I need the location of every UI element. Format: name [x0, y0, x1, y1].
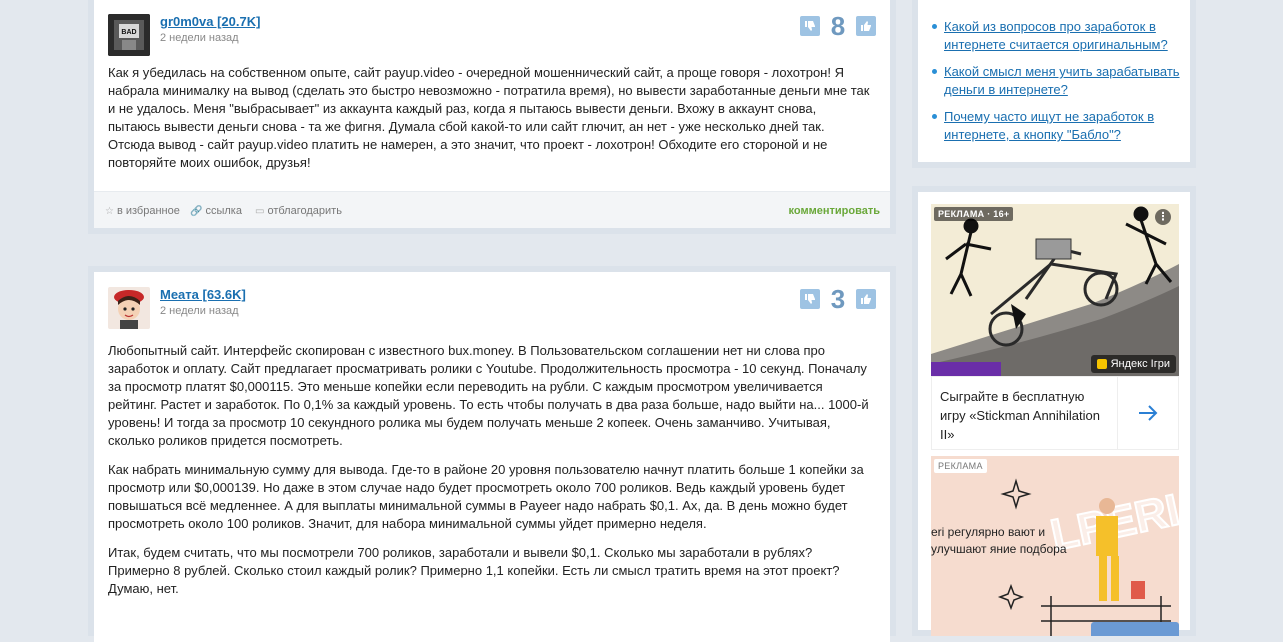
vote-widget: 3 — [800, 286, 876, 312]
answer-text: Как я убедилась на собственном опыте, са… — [108, 64, 872, 183]
paragraph: Как я убедилась на собственном опыте, са… — [108, 65, 870, 170]
ad-label: РЕКЛАМА · 16+ — [934, 207, 1014, 221]
avatar[interactable] — [108, 287, 150, 329]
answer-text: Любопытный сайт. Интерфейс скопирован с … — [108, 342, 872, 609]
thank-label: отблагодарить — [267, 205, 342, 217]
post-time: 2 недели назад — [160, 32, 239, 44]
ad-image[interactable]: РЕКЛАМА · 16+ ⋮ Яндекс Ігри — [931, 204, 1179, 376]
vote-count: 8 — [830, 11, 846, 41]
like-button[interactable] — [856, 289, 876, 309]
arrow-right-icon — [1139, 405, 1158, 421]
thumb-up-icon — [861, 294, 871, 304]
link-label: ссылка — [205, 205, 242, 217]
link-button[interactable]: 🔗 ссылка — [190, 205, 242, 217]
ad-title[interactable]: Сыграйте в бесплатную игру «Stickman Ann… — [940, 387, 1110, 444]
related-question-link[interactable]: Какой смысл меня учить зарабатывать день… — [944, 63, 1184, 99]
favorite-button[interactable]: ☆ в избранное — [105, 205, 180, 217]
more-options-icon[interactable]: ⋮ — [1155, 209, 1171, 225]
paragraph: Как набрать минимальную сумму для вывода… — [108, 462, 864, 531]
yandex-games-icon — [1096, 359, 1107, 369]
like-button[interactable] — [856, 16, 876, 36]
answer-actions: ☆ в избранное 🔗 ссылка ▭ отблагодарить к… — [94, 191, 890, 228]
bullet-icon — [932, 24, 937, 29]
game-illustration-icon — [931, 204, 1179, 376]
avatar[interactable]: BAD — [108, 14, 150, 56]
ad-banner[interactable]: LPERI РЕКЛАМА eri регулярно вают и улучш… — [931, 456, 1179, 636]
bullet-icon — [932, 69, 937, 74]
thank-icon: ▭ — [255, 205, 265, 217]
ad-source-badge — [1091, 622, 1179, 636]
post-time: 2 недели назад — [160, 305, 239, 317]
related-question-link[interactable]: Какой из вопросов про заработок в интерн… — [944, 18, 1184, 54]
paragraph: Итак, будем считать, что мы посмотрели 7… — [108, 545, 840, 596]
comment-button[interactable]: комментировать — [789, 205, 880, 217]
star-icon: ☆ — [105, 205, 114, 217]
thumb-down-icon — [805, 21, 815, 31]
thank-button[interactable]: ▭ отблагодарить — [255, 205, 342, 217]
dislike-button[interactable] — [800, 289, 820, 309]
ad-game[interactable]: РЕКЛАМА · 16+ ⋮ Яндекс Ігри Сыграйте в б… — [931, 204, 1179, 450]
author-link[interactable]: gr0m0va [20.7K] — [160, 14, 260, 29]
related-question-link[interactable]: Почему часто ищут не заработок в интерне… — [944, 108, 1184, 144]
vote-count: 3 — [830, 284, 846, 314]
ad-text-box[interactable]: Сыграйте в бесплатную игру «Stickman Ann… — [931, 376, 1179, 450]
ads-block: РЕКЛАМА · 16+ ⋮ Яндекс Ігри Сыграйте в б… — [912, 186, 1196, 636]
ad-arrow-button[interactable] — [1117, 377, 1178, 449]
answer-card-2: Меата [63.6K] 2 недели назад 3 Любопытны… — [88, 266, 896, 642]
ad-text[interactable]: eri регулярно вают и улучшают яние подбо… — [931, 524, 1071, 558]
favorite-label: в избранное — [116, 205, 180, 217]
related-questions: Какой из вопросов про заработок в интерн… — [912, 0, 1196, 168]
link-icon: 🔗 — [190, 205, 203, 217]
ad-label: РЕКЛАМА — [934, 459, 987, 473]
author-link[interactable]: Меата [63.6K] — [160, 287, 246, 302]
dislike-button[interactable] — [800, 16, 820, 36]
thumb-down-icon — [805, 294, 815, 304]
svg-text:BAD: BAD — [121, 29, 136, 36]
answer-card-1: BAD gr0m0va [20.7K] 2 недели назад 8 Как… — [88, 0, 896, 234]
vote-widget: 8 — [800, 13, 876, 39]
badge-label: Яндекс Ігри — [1110, 358, 1170, 370]
bullet-icon — [932, 114, 937, 119]
yandex-games-badge: Яндекс Ігри — [1090, 355, 1176, 373]
thumb-up-icon — [861, 21, 871, 31]
paragraph: Любопытный сайт. Интерфейс скопирован с … — [108, 343, 869, 448]
